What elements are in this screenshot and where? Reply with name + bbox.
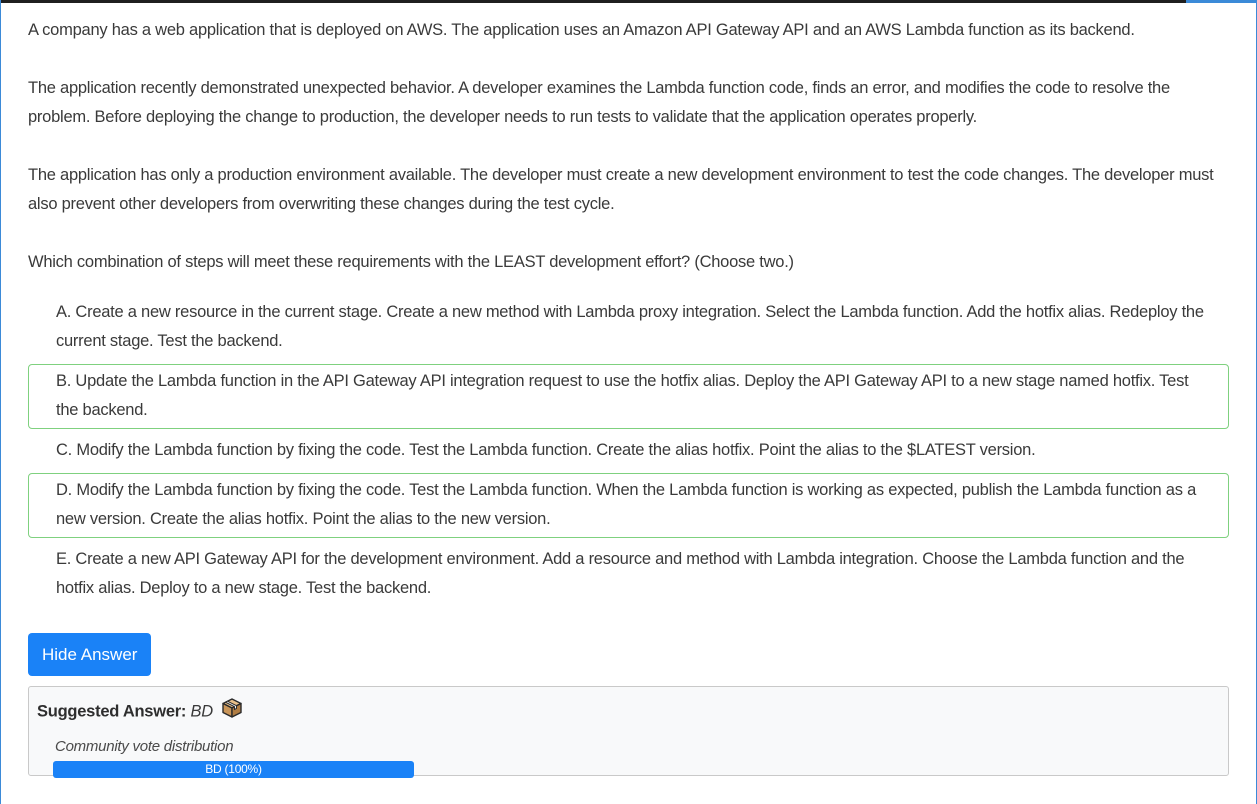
suggested-answer-label: Suggested Answer: xyxy=(37,702,187,721)
question-prompt: Which combination of steps will meet the… xyxy=(28,253,794,271)
package-box-icon xyxy=(221,697,243,727)
suggested-answer-value: BD xyxy=(190,702,214,721)
question-card: A company has a web application that is … xyxy=(28,16,1229,778)
question-paragraph: The application recently demonstrated un… xyxy=(28,79,1170,126)
choice-e[interactable]: E. Create a new API Gateway API for the … xyxy=(28,542,1229,607)
window-top-border xyxy=(0,0,1186,3)
answer-panel: Suggested Answer: BD Community vote dist… xyxy=(28,686,1229,778)
question-body: A company has a web application that is … xyxy=(28,16,1229,277)
window-left-border xyxy=(0,0,1,804)
hide-answer-button[interactable]: Hide Answer xyxy=(28,633,152,676)
window-top-border-accent xyxy=(1186,0,1257,3)
question-paragraph: The application has only a production en… xyxy=(28,166,1214,213)
vote-distribution-label: Community vote distribution xyxy=(55,738,234,755)
choice-b[interactable]: B. Update the Lambda function in the API… xyxy=(28,364,1229,429)
choice-d[interactable]: D. Modify the Lambda function by fixing … xyxy=(28,473,1229,538)
vote-bar-text: BD (100%) xyxy=(205,762,262,776)
vote-distribution-bar: BD (100%) xyxy=(53,761,414,778)
choice-c[interactable]: C. Modify the Lambda function by fixing … xyxy=(28,433,1229,469)
question-paragraph: A company has a web application that is … xyxy=(28,21,1135,39)
choice-list: A. Create a new resource in the current … xyxy=(28,295,1229,607)
suggested-answer: Suggested Answer: BD xyxy=(37,697,1220,727)
choice-a[interactable]: A. Create a new resource in the current … xyxy=(28,295,1229,360)
